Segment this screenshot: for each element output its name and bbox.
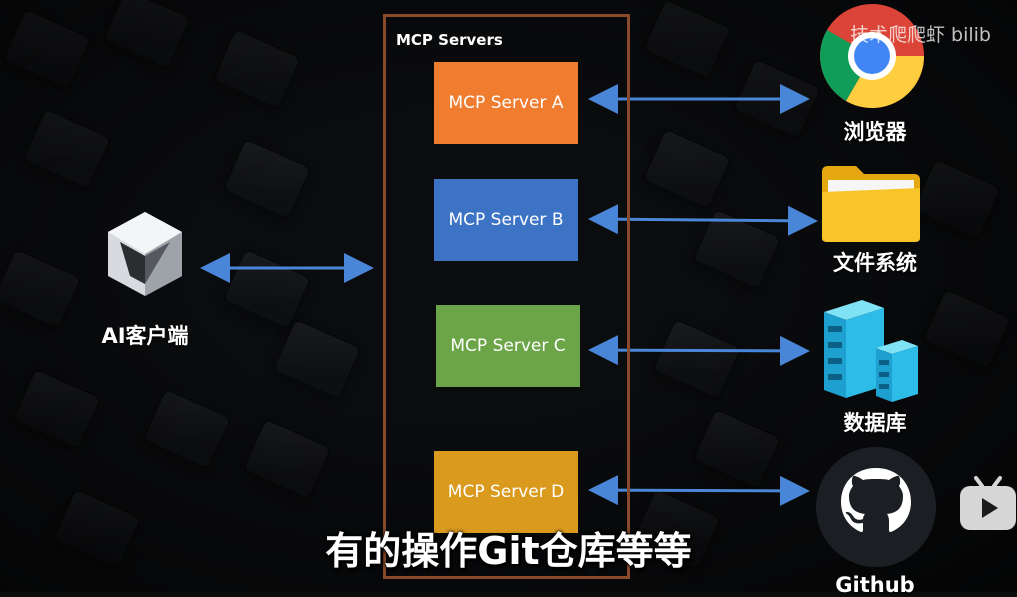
database-server-icon xyxy=(824,300,918,402)
browser-label: 浏览器 xyxy=(843,120,907,144)
mcp-server-a-box: MCP Server A xyxy=(434,62,578,144)
watermark: 技术爬爬虾 bilib xyxy=(850,24,991,46)
ai-client-label: AI客户端 xyxy=(101,324,189,348)
github-label: Github xyxy=(835,573,915,597)
database-label: 数据库 xyxy=(843,411,907,435)
mcp-servers-group-title: MCP Servers xyxy=(396,31,503,49)
chrome-icon xyxy=(820,4,924,108)
mcp-server-c-box: MCP Server C xyxy=(436,305,580,387)
file-system-label: 文件系统 xyxy=(833,251,917,275)
ai-client-cube-icon xyxy=(108,212,182,296)
video-subtitle: 有的操作Git仓库等等 xyxy=(325,529,692,573)
mcp-server-b-box: MCP Server B xyxy=(434,179,578,261)
folder-icon xyxy=(822,166,920,242)
